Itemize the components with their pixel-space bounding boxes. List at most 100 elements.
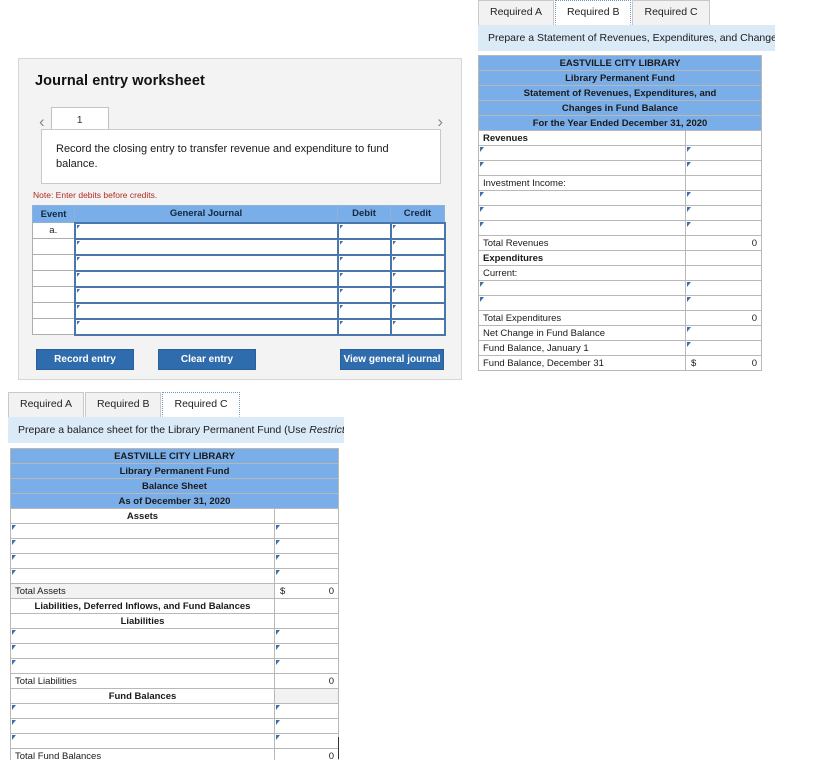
revenue-amount-input-2[interactable] [685,160,762,176]
journal-account-input-4[interactable] [73,269,339,288]
journal-debit-input-1[interactable] [336,221,392,240]
fund-balance-amount-input-2[interactable] [274,718,339,734]
fund-balance-account-input-1[interactable] [10,703,275,719]
journal-credit-input-5[interactable] [389,285,446,304]
journal-account-input-5[interactable] [73,285,339,304]
revenue-account-input-2[interactable] [478,160,686,176]
journal-credit-input-3[interactable] [389,253,446,272]
journal-credit-input-7[interactable] [389,317,446,336]
row-value-total-liabilities: 0 [274,673,339,689]
liability-account-input-2[interactable] [10,643,275,659]
journal-debit-input-5[interactable] [336,285,392,304]
asset-account-input-3[interactable] [10,553,275,569]
table-row[interactable] [32,237,446,256]
fund-balance-account-input-3[interactable] [10,733,275,749]
investment-amount-input-2[interactable] [685,205,762,221]
table-row[interactable] [32,253,446,272]
row-label-net-change: Net Change in Fund Balance [478,325,686,341]
asset-account-input-4[interactable] [10,568,275,584]
journal-credit-input-6[interactable] [389,301,446,320]
table-row[interactable] [478,220,762,236]
investment-amount-input-1[interactable] [685,190,762,206]
journal-credit-input-1[interactable] [389,221,446,240]
fund-balance-amount-input-3[interactable] [274,733,339,749]
tab-required-b-bottom[interactable]: Required B [84,392,162,417]
journal-debit-input-3[interactable] [336,253,392,272]
table-row[interactable] [478,205,762,221]
table-row[interactable] [478,280,762,296]
liability-amount-input-3[interactable] [274,658,339,674]
journal-account-input-1[interactable] [73,221,339,240]
journal-credit-input-2[interactable] [389,237,446,256]
liability-amount-input-2[interactable] [274,643,339,659]
investment-account-input-2[interactable] [478,205,686,221]
table-row[interactable] [10,733,339,749]
tab-required-a-top[interactable]: Required A [478,0,554,25]
fund-balance-amount-input-1[interactable] [274,703,339,719]
table-row[interactable] [478,295,762,311]
statement-title-2: Library Permanent Fund [478,70,762,86]
journal-debit-input-4[interactable] [336,269,392,288]
table-row[interactable]: Net Change in Fund Balance [478,325,762,341]
worksheet-page-tab-1[interactable]: 1 [50,107,109,131]
expenditure-account-input-1[interactable] [478,280,686,296]
table-row[interactable] [10,703,339,719]
clear-entry-button[interactable]: Clear entry [158,349,256,370]
liability-account-input-3[interactable] [10,658,275,674]
tab-required-c-top[interactable]: Required C [632,0,710,25]
table-row[interactable]: Fund Balance, January 1 [478,340,762,356]
tab-required-c-bottom[interactable]: Required C [162,392,240,417]
expenditure-amount-input-1[interactable] [685,280,762,296]
journal-credit-input-4[interactable] [389,269,446,288]
journal-account-input-6[interactable] [73,301,339,320]
fund-balance-jan-input[interactable] [685,340,762,356]
table-row[interactable] [10,718,339,734]
table-row[interactable] [10,523,339,539]
asset-amount-input-1[interactable] [274,523,339,539]
journal-debit-input-6[interactable] [336,301,392,320]
asset-amount-input-3[interactable] [274,553,339,569]
liability-amount-input-1[interactable] [274,628,339,644]
asset-account-input-1[interactable] [10,523,275,539]
table-row[interactable] [32,285,446,304]
liability-account-input-1[interactable] [10,628,275,644]
balance-sheet-header-row: Library Permanent Fund [10,463,339,479]
investment-account-input-1[interactable] [478,190,686,206]
expenditure-account-input-2[interactable] [478,295,686,311]
table-row[interactable] [10,568,339,584]
table-row[interactable] [32,269,446,288]
table-row[interactable] [478,190,762,206]
net-change-amount-input[interactable] [685,325,762,341]
table-row[interactable] [478,160,762,176]
table-row[interactable] [32,301,446,320]
investment-amount-input-3[interactable] [685,220,762,236]
tab-required-b-top[interactable]: Required B [554,0,632,25]
table-row[interactable] [10,658,339,674]
tab-required-a-bottom[interactable]: Required A [8,392,84,417]
table-row[interactable] [10,628,339,644]
asset-amount-input-2[interactable] [274,538,339,554]
journal-debit-input-2[interactable] [336,237,392,256]
table-row[interactable] [10,538,339,554]
fund-balance-account-input-2[interactable] [10,718,275,734]
asset-account-input-2[interactable] [10,538,275,554]
row-label-liabilities: Liabilities [10,613,275,629]
table-row[interactable]: a. [32,221,446,240]
expenditure-amount-input-2[interactable] [685,295,762,311]
view-general-journal-button[interactable]: View general journal [340,349,444,370]
revenue-amount-input-1[interactable] [685,145,762,161]
table-row[interactable] [478,145,762,161]
row-value-investment-income [685,175,762,191]
journal-account-input-3[interactable] [73,253,339,272]
table-row[interactable] [32,317,446,336]
record-entry-button[interactable]: Record entry [36,349,134,370]
asset-amount-input-4[interactable] [274,568,339,584]
revenue-account-input-1[interactable] [478,145,686,161]
journal-debit-input-7[interactable] [336,317,392,336]
journal-account-input-2[interactable] [73,237,339,256]
table-row[interactable] [10,553,339,569]
instruction-plain-part: Prepare a balance sheet for the Library … [18,424,310,436]
investment-account-input-3[interactable] [478,220,686,236]
table-row[interactable] [10,643,339,659]
journal-account-input-7[interactable] [73,317,339,336]
